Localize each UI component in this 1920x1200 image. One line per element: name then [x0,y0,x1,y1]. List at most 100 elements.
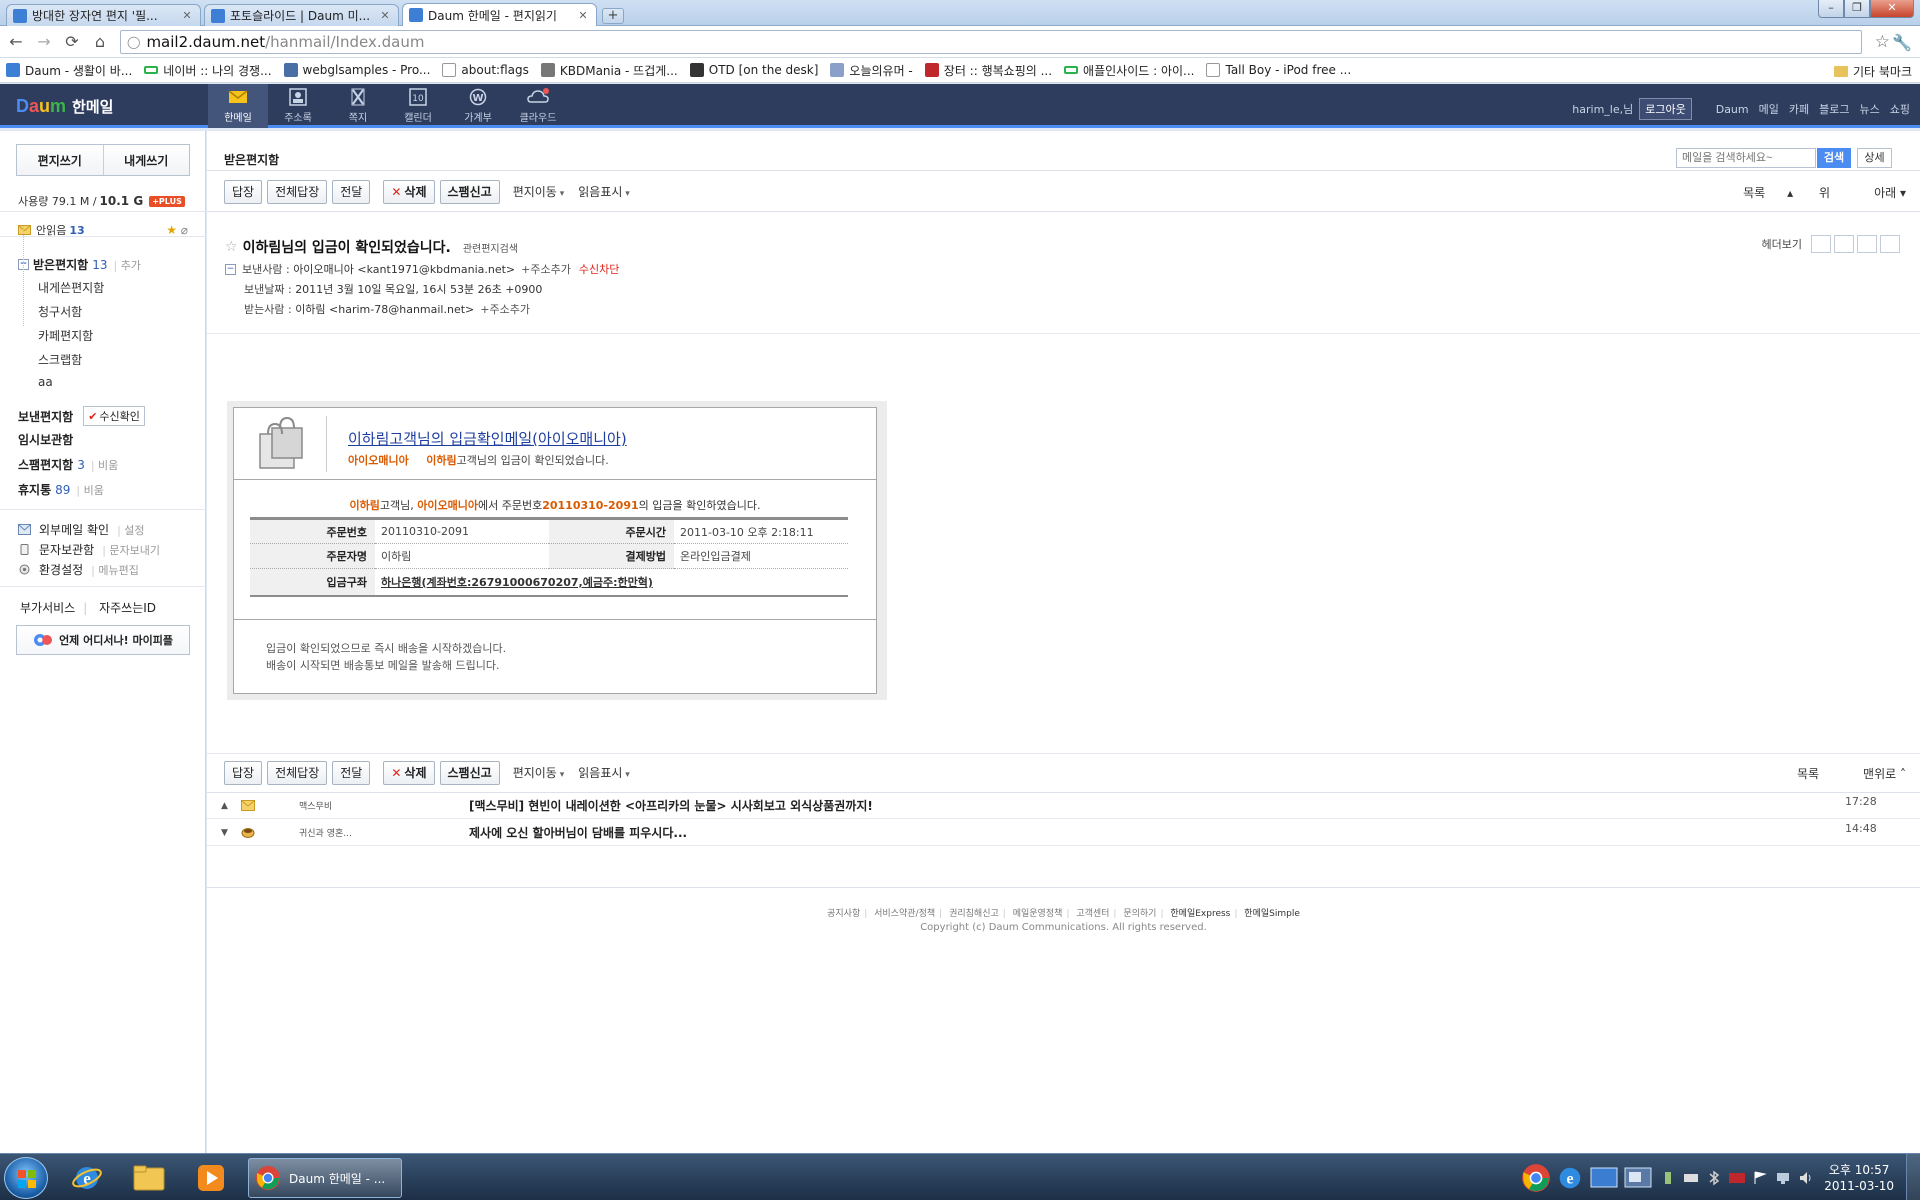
reload-button[interactable]: ⟳ [60,30,84,54]
tab-close-icon[interactable]: ✕ [576,9,590,22]
folder-inbox[interactable]: − 받은편지함 13 추가 [18,256,141,273]
self-compose-button[interactable]: 내게쓰기 [104,145,190,175]
search-button[interactable]: 검색 [1817,148,1851,168]
new-tab-button[interactable]: + [602,8,624,24]
reply-all-button[interactable]: 전체답장 [267,760,328,785]
star-icon[interactable]: ☆ [225,239,238,255]
move-dropdown[interactable]: 편지이동 [513,764,565,781]
top-link-blog[interactable]: 블로그 [1819,101,1849,117]
delete-button[interactable]: ✕ 삭제 [383,760,435,785]
footer-link[interactable]: 서비스약관/정책 [874,909,935,919]
recipient-value[interactable]: 이하림 <harim-78@hanmail.net> [295,301,474,317]
tool-sub-link[interactable]: 문자보내기 [102,542,160,558]
nav-wallet[interactable]: W 가계부 [448,84,508,128]
taskbar-ie[interactable]: e [60,1158,114,1198]
window-view-icon[interactable] [1811,235,1831,253]
next-mail-button[interactable]: 아래 ▾ [1852,184,1906,201]
folder-trash[interactable]: 휴지통 89 비움 [18,481,104,498]
start-button[interactable] [4,1157,48,1199]
prev-mail-button[interactable]: ▴ 위 [1787,184,1830,201]
move-dropdown[interactable]: 편지이동 [513,183,565,200]
detail-search-button[interactable]: 상세 [1857,148,1892,168]
scroll-top-button[interactable]: 맨위로 ˄ [1841,765,1906,782]
chrome-tray-icon[interactable] [1521,1163,1551,1193]
nav-note[interactable]: 쪽지 [328,84,388,128]
bluetooth-icon[interactable] [1706,1170,1722,1186]
mypeople-banner[interactable]: 언제 어디서나! 마이피플 [16,625,190,655]
forward-button[interactable]: → [32,30,56,54]
block-sender-link[interactable]: 수신차단 [579,261,619,277]
subfolder-item[interactable]: 카페편지함 [38,327,93,344]
window-switch-tray-icon[interactable] [1623,1163,1653,1193]
browser-tab-active[interactable]: Daum 한메일 - 편지읽기 ✕ [402,3,597,26]
internet-explorer-tray-icon[interactable]: e [1555,1163,1585,1193]
top-link-news[interactable]: 뉴스 [1860,101,1880,117]
bookmark-item[interactable]: 애플인사이드 : 아이... [1064,62,1194,79]
reply-button[interactable]: 답장 [224,760,263,785]
footer-link[interactable]: 한메일Simple [1244,909,1300,919]
desktop-tray-icon[interactable] [1589,1163,1619,1193]
related-mail-search-link[interactable]: 관련편지검색 [463,240,518,255]
calendar-add-icon[interactable] [1834,235,1854,253]
add-contact-link[interactable]: +주소추가 [521,261,571,277]
read-receipt-button[interactable]: ✔ 수신확인 [83,406,145,426]
tool-sub-link[interactable]: 설정 [117,522,144,538]
footer-link[interactable]: 문의하기 [1123,909,1156,919]
subfolder-item[interactable]: 스크랩함 [38,351,82,368]
header-view-link[interactable]: 헤더보기 [1762,236,1802,252]
attachment-filter-icon[interactable]: ⌀ [181,223,188,237]
folder-temp[interactable]: 임시보관함 [18,431,73,448]
add-contact-link[interactable]: +주소추가 [480,301,530,317]
subfolder-item[interactable]: aa [38,375,53,389]
addon-services-link[interactable]: 부가서비스 [20,601,75,615]
footer-link[interactable]: 한메일Express [1170,909,1230,919]
list-subject[interactable]: 제사에 오신 할아버님이 담배를 피우시다... [469,824,687,841]
list-button[interactable]: 목록 [1797,765,1819,782]
compose-button[interactable]: 편지쓰기 [17,145,104,175]
frequent-id-link[interactable]: 자주쓰는ID [99,601,156,615]
plus-badge[interactable]: +PLUS [149,195,185,207]
list-item[interactable]: ▼ 귀신과 영혼... 제사에 오신 할아버님이 담배를 피우시다... 14:… [207,820,1920,846]
clock[interactable]: 오후 10:57 2011-03-10 [1824,1162,1894,1194]
print-icon[interactable] [1857,235,1877,253]
forward-button[interactable]: 전달 [332,760,371,785]
nav-addressbook[interactable]: 주소록 [268,84,328,128]
bookmark-item[interactable]: Tall Boy - iPod free ... [1206,63,1351,77]
nav-mail[interactable]: 한메일 [208,84,268,128]
ati-icon[interactable] [1729,1170,1746,1186]
network-icon[interactable] [1775,1170,1791,1186]
report-spam-button[interactable]: 스팸신고 [439,760,500,785]
sender-value[interactable]: 아이오매니아 <kant1971@kbdmania.net> [293,261,515,277]
report-spam-button[interactable]: 스팸신고 [439,179,500,204]
taskbar-explorer[interactable] [122,1158,176,1198]
bookmark-item[interactable]: KBDMania - 뜨겁게... [540,62,678,79]
taskbar-media-player[interactable] [184,1158,238,1198]
folder-spam[interactable]: 스팸편지함 3 비움 [18,456,118,473]
bookmark-item[interactable]: webglsamples - Pro... [283,63,430,77]
reply-all-button[interactable]: 전체답장 [267,179,328,204]
settings[interactable]: 환경설정 메뉴편집 [18,561,139,578]
volume-icon[interactable] [1798,1170,1814,1186]
external-mail-check[interactable]: 외부메일 확인 설정 [18,521,145,538]
flag-icon[interactable] [1752,1170,1768,1186]
top-link-daum[interactable]: Daum [1716,103,1749,116]
tool-sub-link[interactable]: 메뉴편집 [91,562,138,578]
subfolder-item[interactable]: 청구서함 [38,303,82,320]
add-folder-link[interactable]: 추가 [113,257,141,273]
logout-button[interactable]: 로그아웃 [1639,98,1692,120]
keyboard-icon[interactable] [1683,1170,1699,1186]
footer-link[interactable]: 고객센터 [1076,909,1109,919]
home-button[interactable]: ⌂ [88,30,112,54]
read-mark-dropdown[interactable]: 읽음표시 [578,183,630,200]
taskbar-chrome-window[interactable]: Daum 한메일 - ... [248,1158,402,1198]
reply-button[interactable]: 답장 [224,179,263,204]
close-window-button[interactable]: ✕ [1870,0,1914,18]
user-name[interactable]: harim_le,님 [1572,101,1633,117]
footer-link[interactable]: 메일운영정책 [1013,909,1063,919]
list-subject[interactable]: [맥스무비] 현빈이 내레이션한 <아프리카의 눈물> 시사회보고 외식상품권까… [469,797,873,814]
card-heading[interactable]: 이하림고객님의 입금확인메일(아이오매니아) [348,428,627,449]
wrench-menu-icon[interactable]: 🔧 [1892,33,1912,52]
mail-search-input[interactable] [1676,148,1816,168]
tab-close-icon[interactable]: ✕ [180,9,194,22]
daum-logo[interactable]: Daum 한메일 [16,96,113,117]
